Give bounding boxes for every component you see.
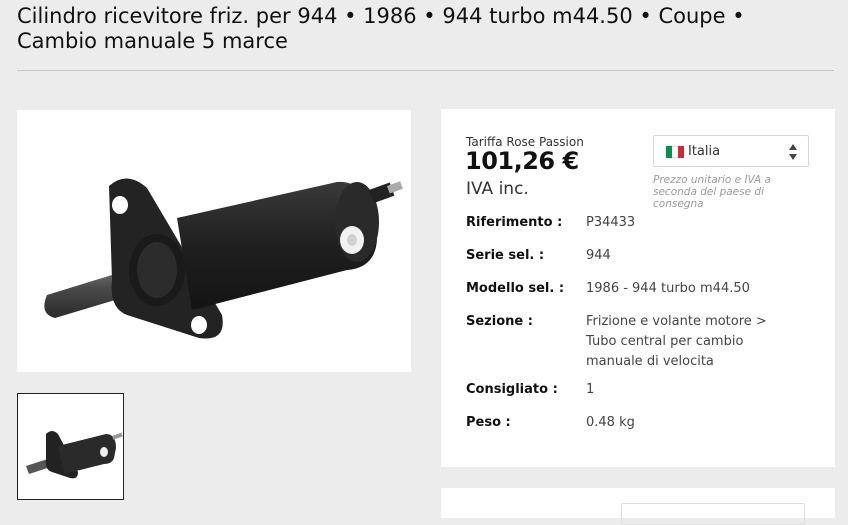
product-main-image[interactable] <box>17 110 411 372</box>
product-thumbnail[interactable] <box>17 393 124 500</box>
spec-label-weight: Peso : <box>466 415 511 430</box>
spec-value-section: Frizione e volante motore > Tubo central… <box>586 314 767 369</box>
country-select[interactable]: Italia <box>653 135 809 167</box>
spec-label-recommended: Consigliato : <box>466 382 558 397</box>
spec-value-reference: P34433 <box>586 215 636 230</box>
title-divider <box>17 70 834 71</box>
page-title: Cilindro ricevitore friz. per 944 • 1986… <box>17 4 817 54</box>
spec-value-weight: 0.48 kg <box>586 415 635 430</box>
quantity-field[interactable] <box>621 503 805 525</box>
spec-label-model: Modello sel. : <box>466 281 565 296</box>
spec-label-series: Serie sel. : <box>466 248 545 263</box>
purchase-card <box>441 488 835 525</box>
product-info-card: Tariffa Rose Passion 101,26 € IVA inc. I… <box>441 109 835 467</box>
title-line-2: Cambio manuale 5 marce <box>17 29 288 53</box>
spec-value-recommended: 1 <box>586 382 595 397</box>
italy-flag-icon <box>666 146 684 158</box>
country-selected-value: Italia <box>688 144 721 159</box>
spec-value-model: 1986 - 944 turbo m44.50 <box>586 281 750 296</box>
country-note: Prezzo unitario e IVA a seconda del paes… <box>653 174 771 210</box>
spec-value-series: 944 <box>586 248 611 263</box>
select-arrows-icon <box>789 144 797 160</box>
spec-label-reference: Riferimento : <box>466 215 563 230</box>
title-line-1: Cilindro ricevitore friz. per 944 • 1986… <box>17 4 745 28</box>
price: 101,26 € <box>465 147 579 175</box>
slave-cylinder-illustration <box>44 178 403 339</box>
spec-label-section: Sezione : <box>466 314 533 329</box>
thumbnail-image <box>26 431 123 479</box>
vat-label: IVA inc. <box>466 179 529 199</box>
